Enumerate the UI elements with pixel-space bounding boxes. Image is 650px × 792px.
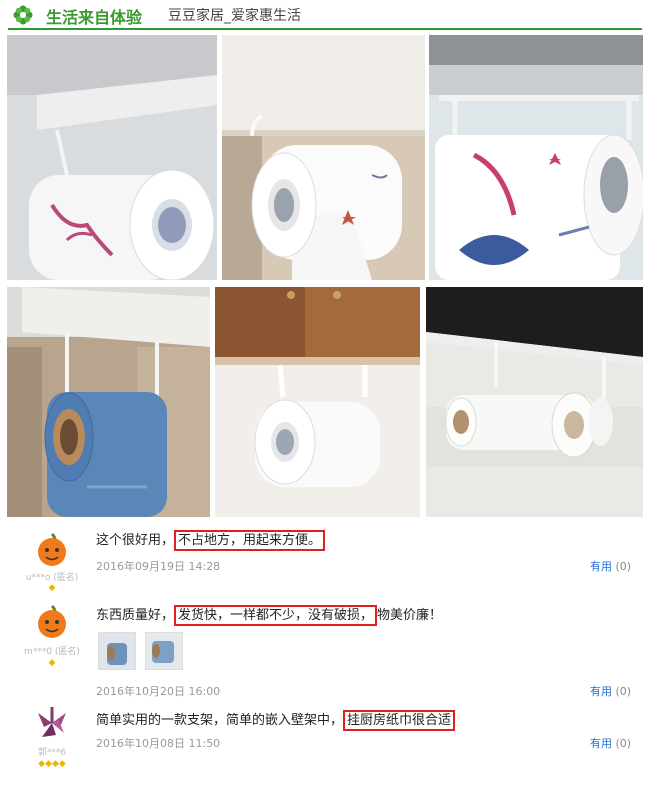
username: u***o (匿名) <box>25 573 79 583</box>
avatar <box>38 707 66 737</box>
review-text-plain: 东西质量好， <box>96 608 175 623</box>
rating-diamonds: ◆◆◆◆ <box>38 759 66 769</box>
rating-diamonds: ◆ <box>48 658 56 668</box>
product-photo-1[interactable] <box>7 35 217 280</box>
useful-label[interactable]: 有用 <box>590 737 612 750</box>
flower-logo-icon <box>13 5 33 25</box>
review-text-highlight: 不占地方，用起来方便。 <box>174 530 326 551</box>
header-divider <box>8 28 642 30</box>
product-photo-4[interactable] <box>7 287 210 517</box>
review-text-highlight: 挂厨房纸巾很合适 <box>343 710 456 731</box>
rating-diamonds: ◆ <box>48 583 56 593</box>
review-text: 简单实用的一款支架，简单的嵌入壁架中， 挂厨房纸巾很合适 <box>96 709 456 731</box>
useful-count: (0) <box>615 737 632 750</box>
review-date: 2016年10月20日 16:00 <box>96 685 221 698</box>
review-text-plain: 这个很好用， <box>96 533 175 548</box>
avatar <box>38 532 66 566</box>
useful-count: (0) <box>615 560 632 573</box>
review-item: 郭***6 ◆◆◆◆ 简单实用的一款支架，简单的嵌入壁架中， 挂厨房纸巾很合适 2… <box>0 703 650 788</box>
review-photo-thumbnail[interactable] <box>145 632 183 670</box>
shop-name: 豆豆家居_爱家惠生活 <box>168 8 301 24</box>
review-text-highlight: 发货快，一样都不少，没有破损， <box>174 605 378 626</box>
useful-count: (0) <box>615 685 632 698</box>
avatar <box>38 604 66 638</box>
review-item: m***0 (匿名) ◆ 东西质量好， 发货快，一样都不少，没有破损， 物美价廉！ … <box>0 600 650 700</box>
review-text: 这个很好用， 不占地方，用起来方便。 <box>96 529 326 551</box>
review-text-plain: 简单实用的一款支架，简单的嵌入壁架中， <box>96 713 344 728</box>
username: 郭***6 <box>37 748 67 758</box>
useful-button[interactable]: 有用 (0) <box>590 683 631 699</box>
product-photo-6[interactable] <box>426 287 643 517</box>
useful-button[interactable]: 有用 (0) <box>590 735 631 751</box>
product-photo-5[interactable] <box>215 287 420 517</box>
review-photo-thumbnail[interactable] <box>98 632 136 670</box>
review-date: 2016年10月08日 11:50 <box>96 737 221 750</box>
review-text: 东西质量好， 发货快，一样都不少，没有破损， 物美价廉！ <box>96 604 443 626</box>
product-photo-2[interactable] <box>222 35 425 280</box>
header: 生活来自体验 豆豆家居_爱家惠生活 <box>0 0 650 30</box>
review-text-tail: 物美价廉！ <box>377 608 443 623</box>
username: m***0 (匿名) <box>24 647 80 657</box>
review-item: u***o (匿名) ◆ 这个很好用， 不占地方，用起来方便。 2016年09月1… <box>0 525 650 600</box>
product-photo-3[interactable] <box>429 35 643 280</box>
useful-label[interactable]: 有用 <box>590 560 612 573</box>
useful-label[interactable]: 有用 <box>590 685 612 698</box>
review-date: 2016年09月19日 14:28 <box>96 560 221 573</box>
page-title: 生活来自体验 <box>46 8 143 27</box>
useful-button[interactable]: 有用 (0) <box>590 558 631 574</box>
